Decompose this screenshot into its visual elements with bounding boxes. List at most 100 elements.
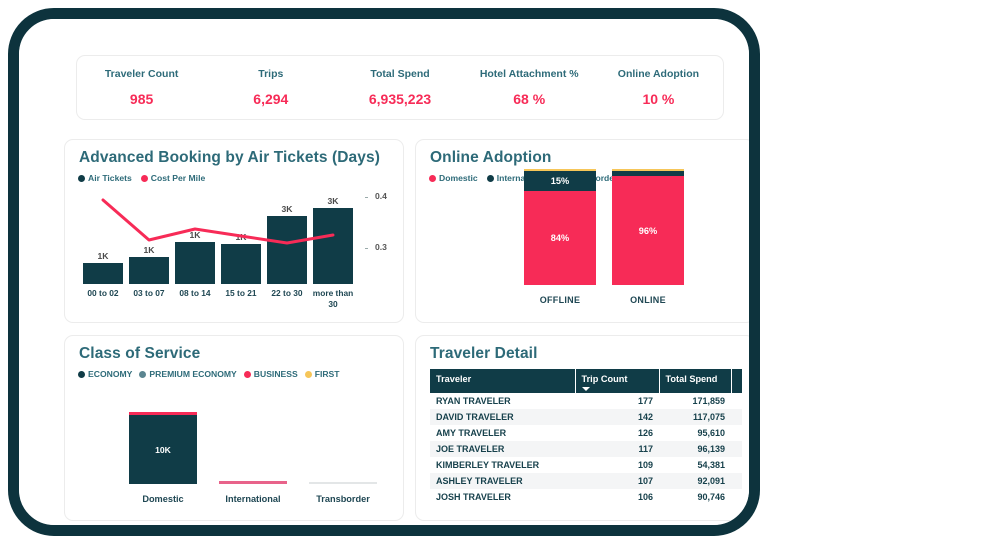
table-row[interactable]: RYAN TRAVELER 177 171,859 xyxy=(430,393,742,409)
legend-item-business[interactable]: BUSINESS xyxy=(243,369,298,379)
table-row[interactable]: DAVID TRAVELER 142 117,075 xyxy=(430,409,742,425)
cell-total-spend: 90,746 xyxy=(697,492,725,502)
cell-traveler: DAVID TRAVELER xyxy=(436,412,514,422)
table-header-row: Traveler Trip Count Total Spend xyxy=(430,369,743,393)
segment-domestic[interactable]: 96% xyxy=(612,176,684,285)
x-label: more than 30 xyxy=(312,288,354,309)
kpi-trips[interactable]: Trips 6,294 xyxy=(206,56,335,119)
segment-international[interactable]: 15% xyxy=(524,171,596,191)
page-title-traveler-detail: Traveler Detail xyxy=(430,345,538,362)
kpi-value: 68 % xyxy=(513,91,546,107)
table-row[interactable]: KIMBERLEY TRAVELER 109 54,381 xyxy=(430,457,742,473)
column-header-label: Trip Count xyxy=(581,374,628,384)
segment-label: 96% xyxy=(638,225,658,236)
y-tick-label: 0.3 xyxy=(375,242,387,252)
legend-label: BUSINESS xyxy=(253,369,298,379)
page-title-class-of-service: Class of Service xyxy=(79,345,201,362)
segment-label: 10K xyxy=(155,444,171,455)
kpi-traveler-count[interactable]: Traveler Count 985 xyxy=(77,56,206,119)
table-row[interactable]: JOSH TRAVELER 106 90,746 xyxy=(430,489,742,505)
kpi-hotel-attachment[interactable]: Hotel Attachment % 68 % xyxy=(465,56,594,119)
legend-dot-icon xyxy=(486,174,494,182)
stacked-bar-domestic[interactable]: 10K xyxy=(129,412,197,484)
legend-item-premium-economy[interactable]: PREMIUM ECONOMY xyxy=(139,369,237,379)
legend-dot-icon xyxy=(243,370,251,378)
cell-traveler: KIMBERLEY TRAVELER xyxy=(436,460,540,470)
x-label-domestic: Domestic xyxy=(142,494,184,504)
class-of-service-plot: 10K Domestic International Transborder xyxy=(79,396,389,506)
x-label-online: ONLINE xyxy=(630,295,666,305)
legend-item-first[interactable]: FIRST xyxy=(304,369,340,379)
legend-item-economy[interactable]: ECONOMY xyxy=(78,369,132,379)
kpi-label: Trips xyxy=(258,68,284,80)
column-header-traveler[interactable]: Traveler xyxy=(430,369,576,393)
traveler-detail-table: Traveler Trip Count Total Spend RYAN TRA… xyxy=(430,369,743,505)
advanced-booking-y-axis: 0.4 0.3 xyxy=(365,188,401,288)
cell-trip-count: 106 xyxy=(637,492,653,502)
segment-economy[interactable]: 10K xyxy=(129,415,197,484)
segment-business[interactable] xyxy=(219,481,287,484)
advanced-booking-card: Advanced Booking by Air Tickets (Days) A… xyxy=(64,139,404,323)
kpi-label: Traveler Count xyxy=(104,68,179,80)
cell-total-spend: 92,091 xyxy=(697,476,725,486)
cell-trip-count: 177 xyxy=(637,396,653,406)
legend-label: PREMIUM ECONOMY xyxy=(149,369,237,379)
cell-traveler: JOE TRAVELER xyxy=(436,444,505,454)
cell-traveler: ASHLEY TRAVELER xyxy=(436,476,523,486)
x-label: 08 to 14 xyxy=(179,288,211,298)
cell-total-spend: 117,075 xyxy=(692,412,725,422)
table-row[interactable]: JOE TRAVELER 117 96,139 xyxy=(430,441,742,457)
table-row[interactable]: ASHLEY TRAVELER 107 92,091 xyxy=(430,473,742,489)
cell-trip-count: 117 xyxy=(638,444,653,454)
x-label: 15 to 21 xyxy=(225,288,257,298)
kpi-label: Hotel Attachment % xyxy=(479,68,579,80)
cell-extra xyxy=(731,425,742,441)
cell-total-spend: 171,859 xyxy=(692,396,725,406)
column-header-extra[interactable] xyxy=(731,369,743,393)
online-adoption-card: Online Adoption Domestic International T… xyxy=(415,139,749,323)
sort-descending-icon[interactable] xyxy=(581,387,590,391)
table-row[interactable]: AMY TRAVELER 126 95,610 xyxy=(430,425,742,441)
legend-item-domestic[interactable]: Domestic xyxy=(429,173,478,183)
cell-traveler: JOSH TRAVELER xyxy=(436,492,511,502)
x-label-offline: OFFLINE xyxy=(539,295,581,305)
kpi-value: 6,935,223 xyxy=(368,91,432,107)
cell-extra xyxy=(731,441,742,457)
stacked-bar-online[interactable]: 96% xyxy=(612,169,684,285)
y-tick-label: 0.4 xyxy=(375,191,387,201)
stacked-bar-international[interactable] xyxy=(219,481,287,484)
cell-extra xyxy=(731,457,742,473)
legend-dot-icon xyxy=(140,174,148,182)
segment-premium-economy[interactable] xyxy=(309,482,377,484)
x-label: 22 to 30 xyxy=(271,288,303,298)
column-header-total-spend[interactable]: Total Spend xyxy=(659,369,732,393)
traveler-detail-card: Traveler Detail Traveler Trip Count Tota… xyxy=(415,335,749,521)
cell-trip-count: 126 xyxy=(637,428,653,438)
table-body: RYAN TRAVELER 177 171,859 DAVID TRAVELER… xyxy=(430,393,742,505)
cell-extra xyxy=(731,473,742,489)
class-of-service-card: Class of Service ECONOMY PREMIUM ECONOMY… xyxy=(64,335,404,521)
kpi-total-spend[interactable]: Total Spend 6,935,223 xyxy=(335,56,464,119)
segment-domestic[interactable]: 84% xyxy=(524,191,596,285)
cell-traveler: RYAN TRAVELER xyxy=(436,396,511,406)
x-label: 03 to 07 xyxy=(133,288,165,298)
stacked-bar-offline[interactable]: 15% 84% xyxy=(524,169,596,285)
kpi-online-adoption[interactable]: Online Adoption 10 % xyxy=(594,56,723,119)
legend-dot-icon xyxy=(78,370,85,378)
legend-label: FIRST xyxy=(314,369,340,379)
legend-dot-icon xyxy=(78,174,85,182)
cell-extra xyxy=(731,393,742,409)
class-of-service-legend: ECONOMY PREMIUM ECONOMY BUSINESS FIRST xyxy=(78,369,340,379)
cell-total-spend: 54,381 xyxy=(697,460,725,470)
stacked-bar-transborder[interactable] xyxy=(309,482,377,484)
cell-extra xyxy=(731,409,742,425)
legend-dot-icon xyxy=(304,370,312,378)
kpi-label: Total Spend xyxy=(370,68,430,80)
device-frame: Traveler Count 985 Trips 6,294 Total Spe… xyxy=(8,8,760,536)
x-label: 00 to 02 xyxy=(87,288,119,298)
legend-dot-icon xyxy=(139,370,147,378)
cell-extra xyxy=(731,489,742,505)
kpi-label: Online Adoption xyxy=(617,68,700,80)
column-header-trip-count[interactable]: Trip Count xyxy=(575,369,660,393)
legend-label: ECONOMY xyxy=(88,369,133,379)
